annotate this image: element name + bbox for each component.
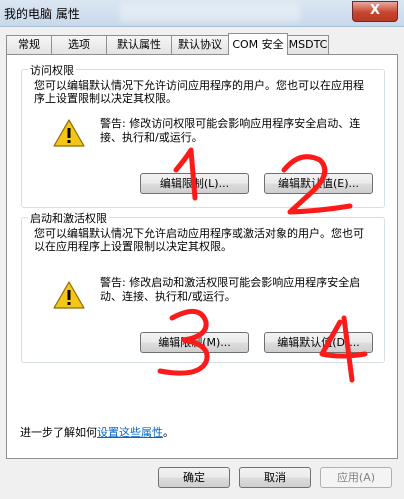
access-warning-text: 警告: 修改访问权限可能会影响应用程序安全启动、连接、执行和/或运行。 <box>100 117 361 144</box>
launch-description: 您可以编辑默认情况下允许启动应用程序或激活对象的用户。您也可以在应用程序上设置限… <box>34 227 364 253</box>
launch-activation-legend: 启动和激活权限 <box>28 210 109 226</box>
edit-access-limits-button[interactable]: 编辑限制(L)... <box>140 173 249 194</box>
tab-general[interactable]: 常规 <box>6 35 52 54</box>
access-description: 您可以编辑默认情况下允许访问应用程序的用户。您也可以在应用程序上设置限制以决定其… <box>34 79 364 105</box>
help-prefix: 进一步了解如何 <box>20 426 97 439</box>
ok-button[interactable]: 确定 <box>158 467 230 488</box>
edit-access-default-button[interactable]: 编辑默认值(E)... <box>264 173 373 194</box>
launch-warning-text: 警告: 修改启动和激活权限可能会影响应用程序安全启动、连接、执行和/或运行。 <box>100 276 361 303</box>
access-permissions-group: 访问权限 您可以编辑默认情况下允许访问应用程序的用户。您也可以在应用程序上设置限… <box>21 62 385 208</box>
tab-msdtc[interactable]: MSDTC <box>287 35 329 54</box>
tab-default-properties[interactable]: 默认属性 <box>106 35 172 54</box>
help-suffix: 。 <box>163 426 174 439</box>
cancel-button[interactable]: 取消 <box>239 467 311 488</box>
apply-button[interactable]: 应用(A) <box>320 467 392 488</box>
title-bar: 我的电脑 属性 X <box>0 0 404 27</box>
tab-panel: 访问权限 您可以编辑默认情况下允许访问应用程序的用户。您也可以在应用程序上设置限… <box>6 54 398 459</box>
edit-launch-limits-button[interactable]: 编辑限制(M)... <box>140 332 249 353</box>
access-permissions-legend: 访问权限 <box>28 62 76 78</box>
warning-icon <box>53 119 85 147</box>
help-line: 进一步了解如何设置这些属性。 <box>20 424 174 440</box>
blurred-region <box>120 4 300 22</box>
tab-options[interactable]: 选项 <box>51 35 107 54</box>
tab-strip: 常规 选项 默认属性 默认协议 COM 安全 MSDTC <box>6 33 398 55</box>
tab-com-security[interactable]: COM 安全 <box>228 33 288 55</box>
close-button[interactable]: X <box>352 1 398 22</box>
tab-default-protocols[interactable]: 默认协议 <box>171 35 229 54</box>
edit-launch-default-button[interactable]: 编辑默认值(D)... <box>264 332 373 353</box>
warning-icon <box>53 281 85 309</box>
window-title: 我的电脑 属性 <box>4 7 80 21</box>
launch-activation-permissions-group: 启动和激活权限 您可以编辑默认情况下允许启动应用程序或激活对象的用户。您也可以在… <box>21 210 385 363</box>
help-link[interactable]: 设置这些属性 <box>97 426 163 439</box>
